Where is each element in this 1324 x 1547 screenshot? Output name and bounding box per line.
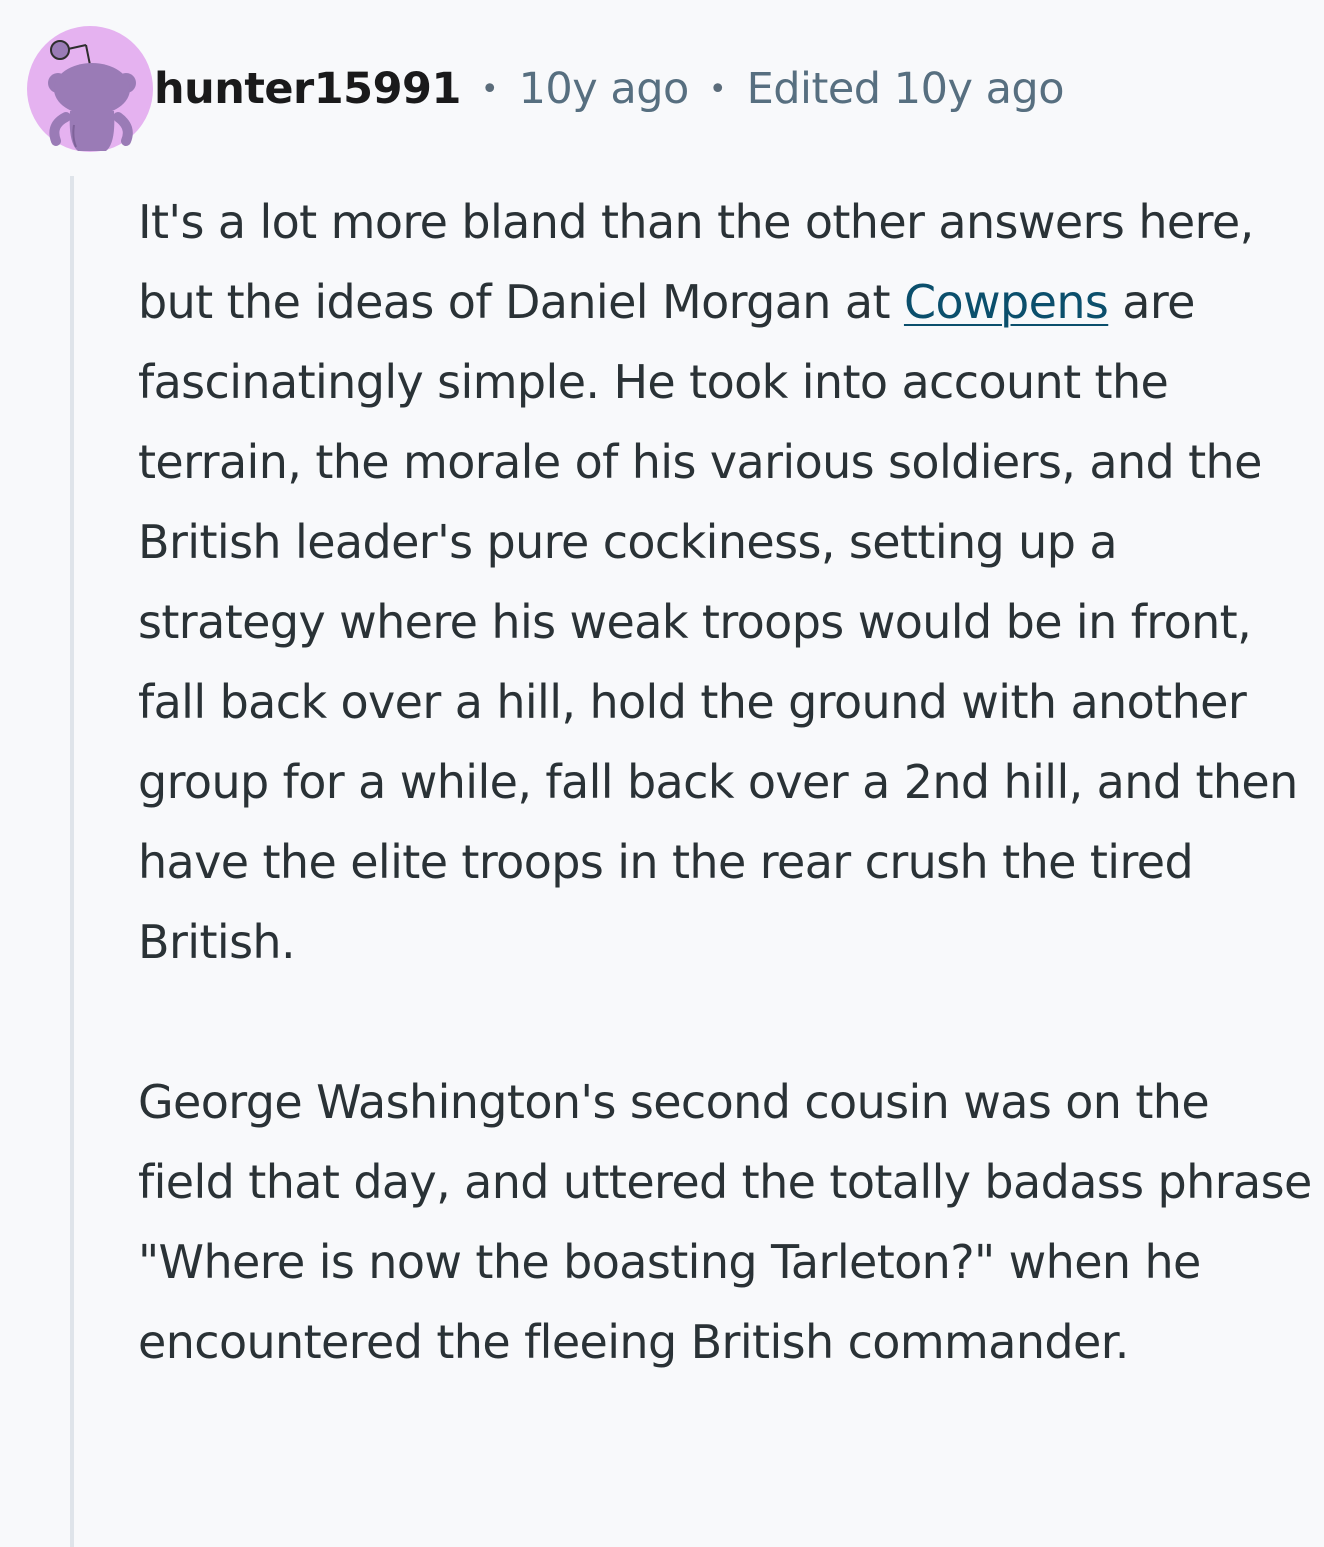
comment-body: It's a lot more bland than the other ans… [138, 182, 1318, 1382]
edited-timestamp: Edited 10y ago [746, 64, 1065, 114]
comment-paragraph: George Washington's second cousin was on… [138, 1075, 1312, 1369]
paragraph-text: are fascinatingly simple. He took into a… [138, 275, 1298, 969]
meta-separator: • [480, 71, 499, 107]
comment-header: hunter15991 • 10y ago • Edited 10y ago [26, 24, 1065, 154]
comment-paragraph: It's a lot more bland than the other ans… [138, 182, 1318, 982]
snoo-avatar-icon[interactable] [26, 25, 154, 153]
comment-meta: hunter15991 • 10y ago • Edited 10y ago [154, 64, 1065, 114]
comment-timestamp[interactable]: 10y ago [519, 64, 690, 114]
meta-separator: • [708, 71, 727, 107]
cowpens-link[interactable]: Cowpens [904, 275, 1109, 329]
username-link[interactable]: hunter15991 [154, 64, 461, 114]
thread-collapse-line[interactable] [70, 176, 74, 1547]
